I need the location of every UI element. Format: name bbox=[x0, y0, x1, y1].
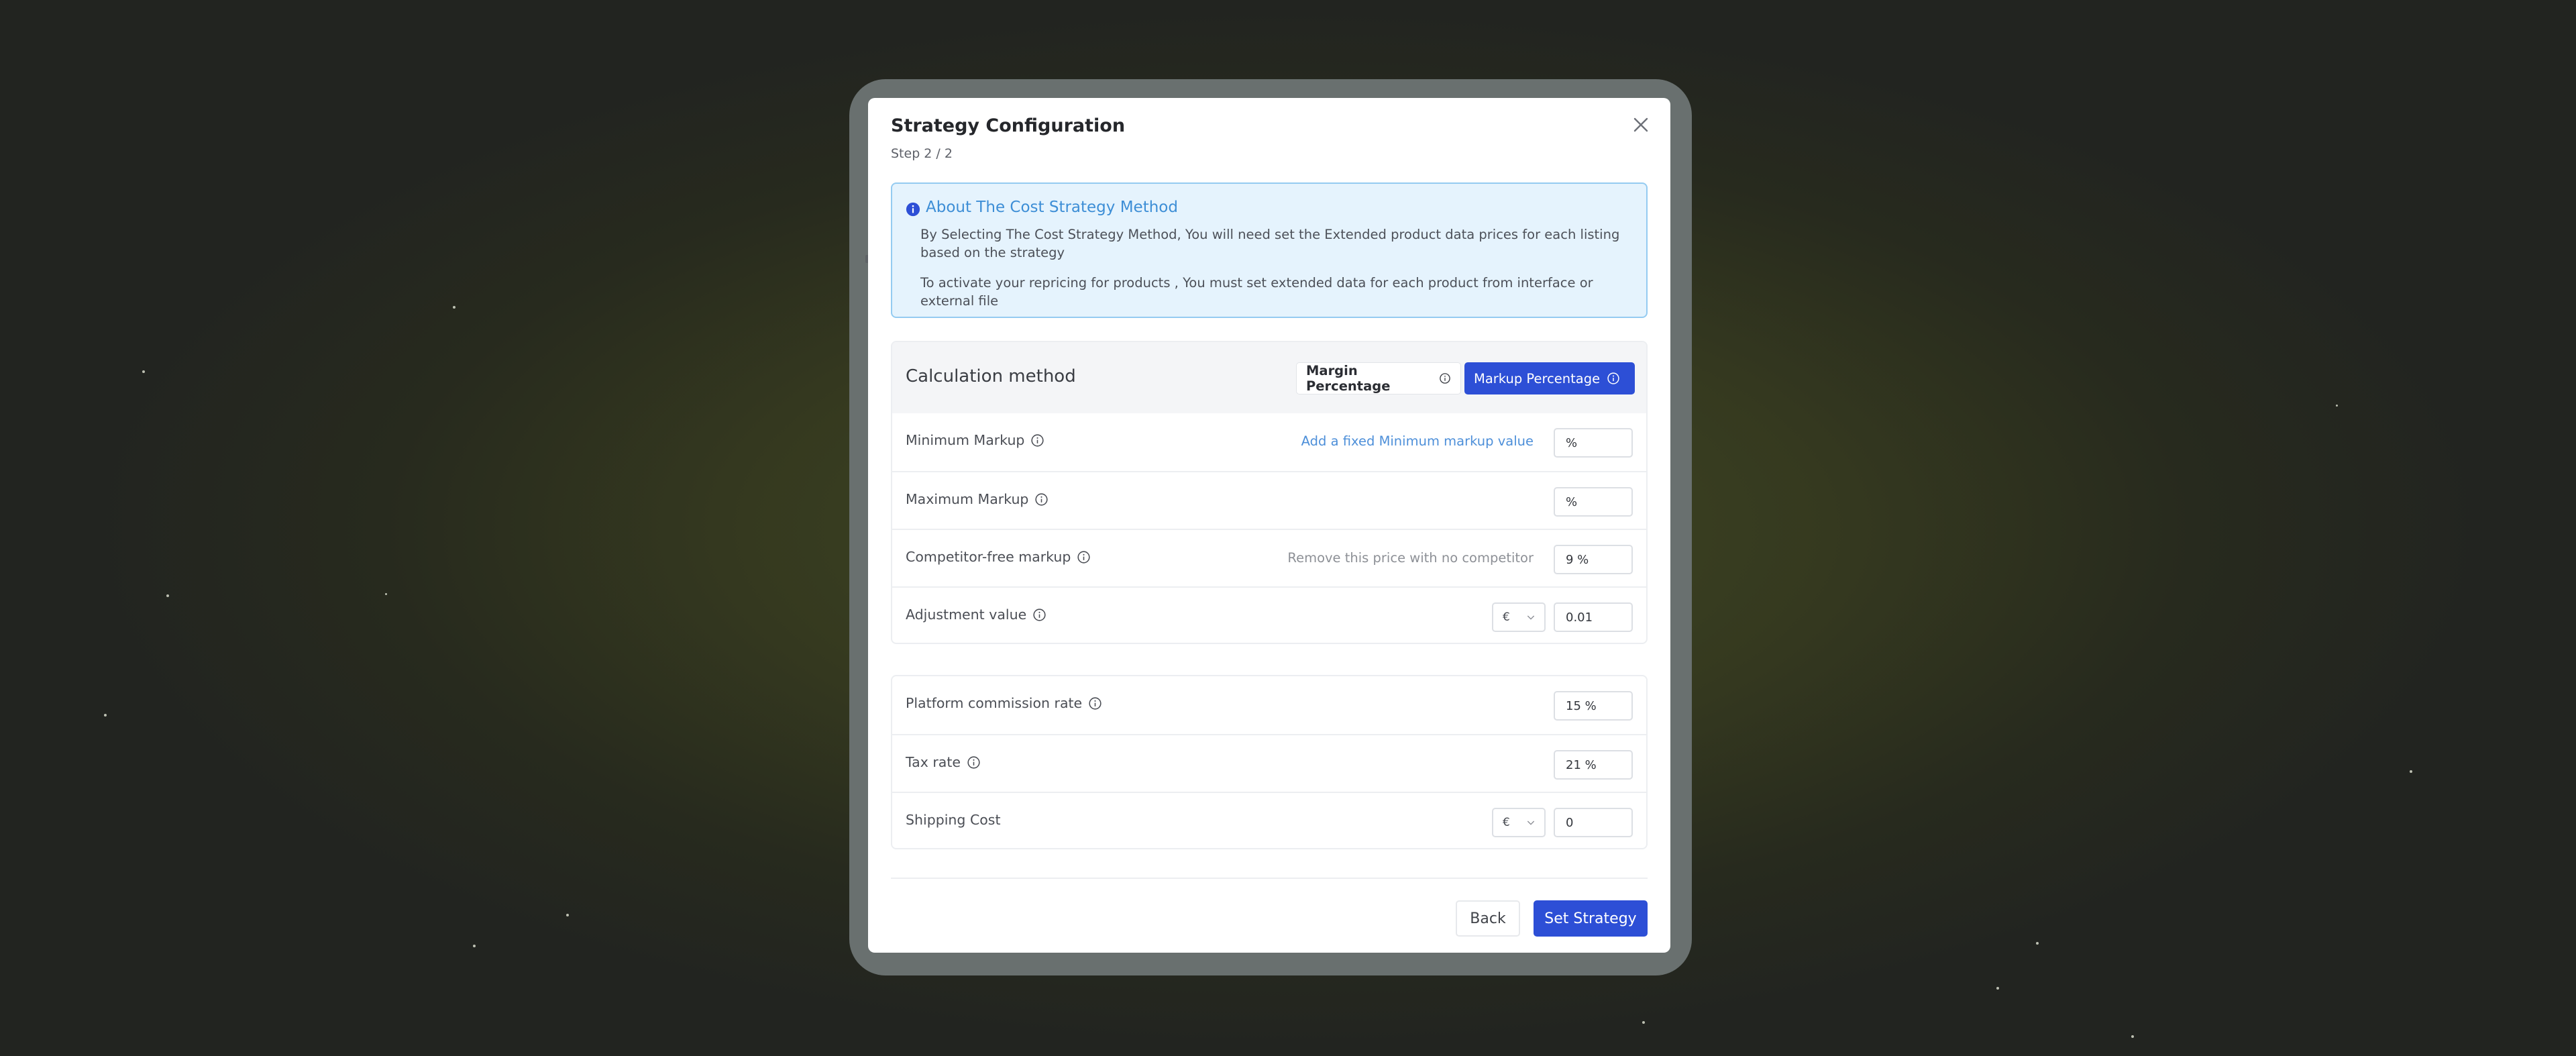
info-icon[interactable] bbox=[1088, 696, 1102, 710]
back-button[interactable]: Back bbox=[1456, 900, 1520, 937]
info-icon[interactable] bbox=[1607, 372, 1620, 385]
platform-commission-row: Platform commission rate bbox=[892, 676, 1646, 734]
chevron-down-icon bbox=[1527, 821, 1535, 825]
competitor-free-markup-label: Competitor-free markup bbox=[906, 549, 1071, 565]
maximum-markup-label-group: Maximum Markup bbox=[906, 491, 1049, 507]
info-icon[interactable] bbox=[1032, 608, 1046, 622]
background-star bbox=[473, 945, 476, 947]
background-star bbox=[2410, 770, 2412, 773]
info-alert: About The Cost Strategy Method By Select… bbox=[891, 182, 1648, 318]
strategy-configuration-dialog: Strategy Configuration Step 2 / 2 About … bbox=[868, 98, 1670, 953]
tax-label-group: Tax rate bbox=[906, 754, 981, 770]
background-star bbox=[2131, 1035, 2134, 1038]
shipping-cost-label: Shipping Cost bbox=[906, 812, 1001, 828]
background-star bbox=[385, 593, 387, 595]
platform-commission-label: Platform commission rate bbox=[906, 695, 1083, 711]
chevron-down-icon bbox=[1527, 615, 1535, 620]
shipping-currency-select[interactable]: € bbox=[1492, 808, 1546, 837]
info-text-strategy: By Selecting The Cost Strategy Method, Y… bbox=[920, 227, 1620, 260]
adjustment-value-label: Adjustment value bbox=[906, 606, 1027, 623]
info-text-activation: To activate your repricing for products … bbox=[920, 275, 1593, 309]
option-label: Margin Percentage bbox=[1306, 363, 1391, 394]
commission-label-group: Platform commission rate bbox=[906, 695, 1102, 711]
currency-symbol: € bbox=[1503, 816, 1510, 829]
shipping-cost-row: Shipping Cost € bbox=[892, 792, 1646, 848]
info-icon[interactable] bbox=[1030, 433, 1044, 447]
set-strategy-button[interactable]: Set Strategy bbox=[1534, 900, 1648, 937]
footer-divider bbox=[891, 878, 1648, 879]
markup-percentage-option[interactable]: Markup Percentage bbox=[1464, 362, 1635, 394]
background-star bbox=[166, 594, 169, 597]
shipping-cost-input[interactable] bbox=[1554, 808, 1633, 837]
minimum-markup-label: Minimum Markup bbox=[906, 432, 1025, 448]
option-label: Markup Percentage bbox=[1474, 370, 1601, 386]
close-icon[interactable] bbox=[1629, 113, 1653, 137]
adjustment-currency-select[interactable]: € bbox=[1492, 602, 1546, 632]
step-indicator: Step 2 / 2 bbox=[891, 146, 953, 161]
remove-price-no-competitor-link[interactable]: Remove this price with no competitor bbox=[1287, 550, 1534, 566]
minimum-markup-input[interactable] bbox=[1554, 428, 1633, 458]
minimum-markup-label-group: Minimum Markup bbox=[906, 432, 1044, 448]
dialog-title: Strategy Configuration bbox=[891, 115, 1126, 136]
info-filled-icon bbox=[906, 202, 920, 217]
competitor-free-markup-row: Competitor-free markup Remove this price… bbox=[892, 529, 1646, 586]
adjustment-value-row: Adjustment value € bbox=[892, 586, 1646, 643]
background-star bbox=[1642, 1021, 1645, 1024]
info-icon[interactable] bbox=[967, 755, 981, 770]
maximum-markup-label: Maximum Markup bbox=[906, 491, 1029, 507]
info-icon[interactable] bbox=[1439, 372, 1451, 385]
adjustment-label-group: Adjustment value bbox=[906, 606, 1046, 623]
background-star bbox=[453, 306, 455, 309]
calculation-method-section: Calculation method Margin Percentage Mar… bbox=[891, 341, 1648, 644]
competitor-free-markup-input[interactable] bbox=[1554, 545, 1633, 574]
maximum-markup-row: Maximum Markup bbox=[892, 471, 1646, 529]
background-star bbox=[2336, 405, 2338, 407]
margin-percentage-option[interactable]: Margin Percentage bbox=[1296, 362, 1461, 394]
maximum-markup-input[interactable] bbox=[1554, 487, 1633, 517]
minimum-markup-row: Minimum Markup Add a fixed Minimum marku… bbox=[892, 413, 1646, 471]
shipping-label-group: Shipping Cost bbox=[906, 812, 1001, 828]
background-star bbox=[1996, 987, 1999, 990]
background-star bbox=[104, 714, 107, 717]
currency-symbol: € bbox=[1503, 611, 1510, 624]
background-star bbox=[566, 914, 569, 916]
info-icon[interactable] bbox=[1077, 550, 1091, 564]
background-star bbox=[2036, 942, 2039, 945]
costs-section: Platform commission rate Tax rate Shippi… bbox=[891, 675, 1648, 849]
tax-rate-input[interactable] bbox=[1554, 750, 1633, 780]
adjustment-value-input[interactable] bbox=[1554, 602, 1633, 632]
info-title: About The Cost Strategy Method bbox=[926, 199, 1178, 216]
tax-rate-row: Tax rate bbox=[892, 734, 1646, 792]
competitor-free-label-group: Competitor-free markup bbox=[906, 549, 1091, 565]
tax-rate-label: Tax rate bbox=[906, 754, 961, 770]
background-star bbox=[142, 370, 145, 373]
calculation-method-header: Calculation method Margin Percentage Mar… bbox=[892, 342, 1646, 413]
add-fixed-minimum-markup-link[interactable]: Add a fixed Minimum markup value bbox=[1301, 433, 1534, 449]
info-icon[interactable] bbox=[1034, 492, 1049, 507]
section-title: Calculation method bbox=[906, 366, 1076, 386]
platform-commission-input[interactable] bbox=[1554, 691, 1633, 721]
